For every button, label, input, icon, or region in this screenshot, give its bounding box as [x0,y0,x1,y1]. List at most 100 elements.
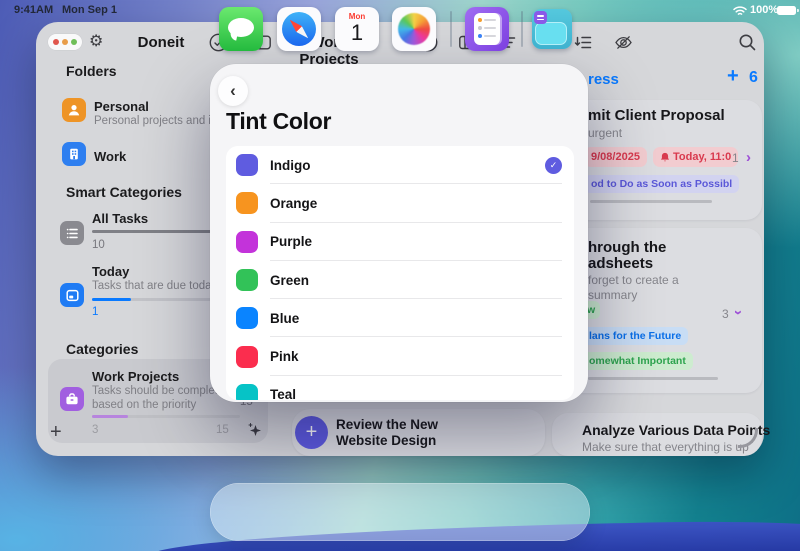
column-add-button[interactable]: + [727,65,739,88]
wifi-icon [733,6,747,19]
sidebar-item-all-tasks[interactable]: All Tasks [92,211,148,226]
list-line-1 [484,19,496,21]
battery-percent: 100% [750,4,778,16]
work-projects-total-count: 15 [216,424,229,436]
sidebar-item-personal[interactable]: Personal [94,99,149,114]
search-icon[interactable] [738,33,757,52]
minimize-dot [62,39,68,45]
list-line-3 [484,35,496,37]
selected-check-icon: ✓ [545,157,562,174]
today-count: 1 [92,306,98,318]
status-date: Mon Sep 1 [62,4,117,16]
status-time: 9:41AM [14,4,53,16]
card2-progress [588,377,718,380]
today-subtitle: Tasks that are due today [92,280,212,292]
sparkles-icon[interactable] [246,421,264,444]
card1-reminder-pill: Today, 11:0 [653,147,738,167]
color-row-blue[interactable]: Blue [226,299,574,337]
hide-completed-icon[interactable] [614,33,633,52]
app-title: Doneit [135,34,187,51]
dock-divider [521,11,523,47]
close-dot [53,39,59,45]
column-title-fragment: ress [588,71,619,88]
card2-chevron-down-icon[interactable]: › [731,310,746,315]
card1-progress [590,200,712,203]
color-row-indigo[interactable]: Indigo ✓ [226,146,574,184]
chat-bubble-tail [229,32,237,40]
open-app-thumbnail-icon[interactable] [532,9,572,49]
color-row-green[interactable]: Green [226,261,574,299]
color-row-purple[interactable]: Purple [226,223,574,261]
thumbnail-window [535,22,567,45]
reorder-icon[interactable] [574,33,593,52]
work-projects-progress-track [92,415,240,418]
teal-swatch [236,384,258,400]
today-icon [60,283,84,307]
categories-heading: Categories [66,341,138,357]
color-label: Green [270,273,309,288]
quick-add-plus-button[interactable]: + [295,416,328,449]
card1-chevron-right-icon[interactable]: › [746,150,751,165]
modal-title: Tint Color [226,108,331,135]
color-row-pink[interactable]: Pink [226,337,574,375]
card2-tag-fragment-3: omewhat Important [582,352,693,370]
battery-nub [797,9,799,12]
color-row-orange[interactable]: Orange [226,184,574,222]
card2-title-fragment-1: hrough the [588,239,666,256]
all-tasks-icon [60,221,84,245]
card1-priority-tag-fragment: od to Do as Soon as Possibl [584,175,739,193]
color-row-teal[interactable]: Teal [226,376,574,400]
sidebar-item-today[interactable]: Today [92,264,129,279]
thumbnail-app-badge [534,11,547,24]
add-folder-button[interactable]: + [50,421,62,444]
messages-app-icon[interactable] [219,7,263,51]
work-projects-title: Work Projects [92,369,179,384]
blue-swatch [236,307,258,329]
orange-swatch [236,192,258,214]
work-folder-icon [62,142,86,166]
back-button[interactable]: ‹ [218,76,248,106]
personal-folder-icon [62,98,86,122]
work-projects-progress-fill [92,415,128,418]
analyze-card-subtitle: Make sure that everything is up [582,440,749,454]
card2-subtitle-fragment-1: forget to create a [588,273,679,287]
tint-color-modal: ‹ Tint Color Indigo ✓ Orange Purple Gre [210,64,588,402]
color-label: Orange [270,196,317,211]
quick-add-line-2: Website Design [336,433,436,448]
card1-title-fragment: mit Client Proposal [588,107,725,124]
doneit-app-icon[interactable] [465,7,509,51]
dock-divider [450,11,452,47]
color-label: Pink [270,349,299,364]
list-dot-3 [478,34,482,38]
calendar-app-icon[interactable]: Mon 1 [335,7,379,51]
work-projects-done-count: 3 [92,424,98,436]
photos-flower [398,13,430,45]
smart-categories-heading: Smart Categories [66,184,182,200]
work-projects-subtitle-1: Tasks should be completed [92,385,218,397]
card2-tag-fragment-2: lans for the Future [582,327,688,345]
safari-app-icon[interactable] [277,7,321,51]
green-swatch [236,269,258,291]
card2-title-fragment-2: adsheets [588,255,653,272]
card1-date-pill: 9/08/2025 [584,147,647,167]
color-label: Teal [270,387,296,400]
personal-subtitle: Personal projects and idea [94,115,212,127]
folders-heading: Folders [66,63,117,79]
quick-add-line-1: Review the New [336,417,438,432]
bell-icon [660,152,670,163]
pink-swatch [236,346,258,368]
dock [210,483,590,541]
badge-line-2 [537,19,544,21]
calendar-day: 1 [335,20,379,46]
card2-subtitle-fragment-2: summary [588,288,637,302]
gear-icon[interactable]: ⚙ [89,31,103,51]
card2-count: 3 [722,307,729,321]
column-count: 6 [749,69,758,87]
sidebar-item-work[interactable]: Work [94,149,126,164]
window-controls-pill[interactable] [48,34,82,50]
photos-app-icon[interactable] [392,7,436,51]
list-dot-2 [478,26,482,30]
all-tasks-count: 10 [92,239,105,251]
work-projects-subtitle-2: based on the priority [92,399,218,411]
color-label: Purple [270,234,312,249]
